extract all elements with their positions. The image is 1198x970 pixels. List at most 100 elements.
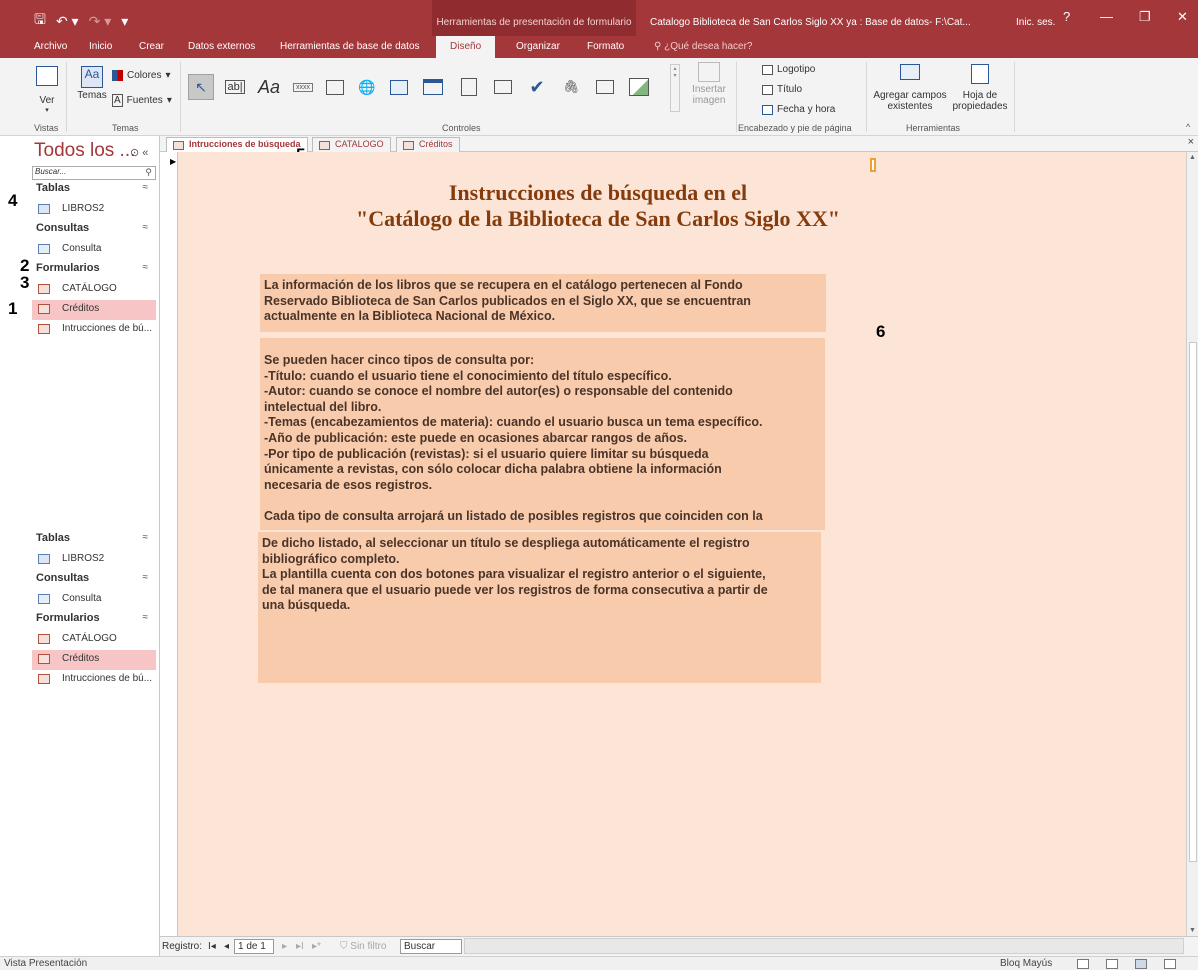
- controls-gallery-scroll[interactable]: ▴ ▾: [670, 64, 680, 112]
- layout-view-icon[interactable]: [1135, 959, 1147, 969]
- undo-icon[interactable]: ↶ ▾: [56, 13, 79, 30]
- tab-crear[interactable]: Crear: [139, 41, 164, 52]
- collapse-ribbon-icon[interactable]: ^: [1186, 122, 1190, 132]
- sign-in-link[interactable]: Inic. ses.: [1016, 17, 1055, 28]
- resize-handle[interactable]: [870, 158, 876, 172]
- results-textbox[interactable]: De dicho listado, al seleccionar un títu…: [258, 532, 821, 683]
- select-pointer-icon[interactable]: ↖: [188, 74, 214, 100]
- form-canvas[interactable]: Instrucciones de búsqueda en el "Catálog…: [178, 152, 1186, 936]
- minimize-button[interactable]: —: [1100, 9, 1113, 24]
- design-view-icon[interactable]: [1164, 959, 1176, 969]
- redo-icon[interactable]: ↷ ▾: [89, 13, 112, 30]
- nav-item-catalogo[interactable]: CATÁLOGO: [32, 630, 156, 650]
- query-types-textbox[interactable]: Se pueden hacer cinco tipos de consulta …: [260, 338, 825, 530]
- chevron-down-icon: ▾: [45, 107, 49, 114]
- add-existing-fields-button[interactable]: Agregar campos existentes: [870, 64, 950, 112]
- title-button[interactable]: Título: [762, 84, 802, 95]
- intro-textbox[interactable]: La información de los libros que se recu…: [260, 274, 826, 332]
- scroll-down-icon[interactable]: ▼: [1189, 927, 1196, 934]
- date-time-button[interactable]: Fecha y hora: [762, 104, 835, 115]
- option-group-icon[interactable]: [456, 74, 482, 100]
- tab-diseno[interactable]: Diseño: [436, 36, 496, 58]
- nav-item-label: Consulta: [62, 593, 102, 604]
- attachment-icon[interactable]: 🖇: [558, 74, 584, 100]
- logo-button[interactable]: Logotipo: [762, 64, 815, 75]
- nav-item-instrucciones[interactable]: Intrucciones de bú...: [32, 320, 156, 340]
- nav-group-label: Consultas: [36, 572, 90, 584]
- tab-inicio[interactable]: Inicio: [89, 41, 112, 52]
- form-view-icon[interactable]: [1077, 959, 1089, 969]
- nav-item-instrucciones[interactable]: Intrucciones de bú...: [32, 670, 156, 690]
- page-break-icon[interactable]: [490, 74, 516, 100]
- label-control-icon[interactable]: Aa: [256, 74, 282, 100]
- record-selector-column[interactable]: ▶: [160, 152, 178, 936]
- button-control-icon[interactable]: xxxx: [290, 74, 316, 100]
- nav-item-label: Intrucciones de bú...: [62, 673, 153, 684]
- search-icon[interactable]: ⚲: [145, 167, 152, 178]
- nav-item-creditos[interactable]: Créditos: [32, 650, 156, 670]
- themes-button[interactable]: Aa Temas: [76, 66, 108, 101]
- new-record-icon[interactable]: ▸*: [312, 941, 321, 952]
- close-document-icon[interactable]: ×: [1188, 136, 1194, 148]
- tab-control-icon[interactable]: [322, 74, 348, 100]
- doc-tab-instrucciones[interactable]: Intrucciones de búsqueda: [166, 137, 308, 152]
- doc-tab-creditos[interactable]: Créditos: [396, 137, 460, 152]
- property-sheet-button[interactable]: Hoja de propiedades: [950, 64, 1010, 112]
- last-record-icon[interactable]: ▸I: [296, 941, 304, 952]
- image-control-icon[interactable]: [626, 74, 652, 100]
- text-line: únicamente a revistas, con sólo colocar …: [264, 462, 722, 477]
- web-browser-control-icon[interactable]: [386, 74, 412, 100]
- scroll-thumb[interactable]: [1189, 342, 1197, 862]
- view-button[interactable]: Ver ▾: [34, 66, 60, 114]
- colors-button[interactable]: Colores ▾: [112, 70, 171, 81]
- nav-item-consulta[interactable]: Consulta: [32, 590, 156, 610]
- calendar-icon: [762, 104, 773, 115]
- nav-group-tablas[interactable]: Tablas ≈: [32, 180, 156, 200]
- nav-item-creditos[interactable]: Créditos: [32, 300, 156, 320]
- textbox-control-icon[interactable]: ab|: [222, 74, 248, 100]
- fonts-button[interactable]: A Fuentes ▾: [112, 94, 172, 107]
- horizontal-scrollbar[interactable]: [464, 938, 1184, 954]
- subform-icon[interactable]: [592, 74, 618, 100]
- nav-item-consulta[interactable]: Consulta: [32, 240, 156, 260]
- nav-group-tablas[interactable]: Tablas ≈: [32, 530, 156, 550]
- tab-archivo[interactable]: Archivo: [34, 41, 67, 52]
- nav-pane-controls[interactable]: ⊙ «: [130, 146, 148, 159]
- scroll-up-icon[interactable]: ▲: [1189, 154, 1196, 161]
- navigation-control-icon[interactable]: [420, 74, 446, 100]
- datasheet-view-icon[interactable]: [1106, 959, 1118, 969]
- doc-tab-catalogo[interactable]: CATALOGO: [312, 137, 391, 152]
- tab-organizar[interactable]: Organizar: [516, 41, 560, 52]
- nav-group-consultas[interactable]: Consultas ≈: [32, 220, 156, 240]
- prev-record-icon[interactable]: ◂: [224, 941, 229, 952]
- customize-qat-icon[interactable]: ▾: [121, 13, 128, 30]
- insert-image-button[interactable]: Insertar imagen: [686, 62, 732, 106]
- close-button[interactable]: ✕: [1177, 9, 1188, 25]
- nav-item-catalogo[interactable]: CATÁLOGO: [32, 280, 156, 300]
- property-sheet-icon: [971, 64, 989, 84]
- vertical-scrollbar[interactable]: ▲ ▼: [1186, 152, 1198, 936]
- nav-group-formularios[interactable]: Formularios ≈: [32, 610, 156, 630]
- tell-me-box[interactable]: ⚲ ¿Qué desea hacer?: [654, 41, 753, 52]
- next-record-icon[interactable]: ▸: [282, 941, 287, 952]
- save-icon[interactable]: 🖫: [34, 9, 46, 33]
- nav-item-libros2[interactable]: LIBROS2: [32, 200, 156, 220]
- tab-formato[interactable]: Formato: [587, 41, 624, 52]
- restore-button[interactable]: ❐: [1139, 9, 1151, 25]
- nav-group-consultas[interactable]: Consultas ≈: [32, 570, 156, 590]
- nav-group-formularios[interactable]: Formularios ≈: [32, 260, 156, 280]
- nav-pane-title[interactable]: Todos los ...: [34, 140, 135, 162]
- group-label-herramientas: Herramientas: [906, 123, 961, 133]
- search-record-input[interactable]: Buscar: [400, 939, 462, 954]
- filter-icon[interactable]: ⛉ Sin filtro: [340, 941, 386, 952]
- tab-herramientas-bd[interactable]: Herramientas de base de datos: [280, 41, 420, 52]
- first-record-icon[interactable]: I◂: [208, 941, 216, 952]
- form-title[interactable]: Instrucciones de búsqueda en el "Catálog…: [238, 180, 958, 232]
- tab-datos-externos[interactable]: Datos externos: [188, 41, 255, 52]
- nav-item-libros2[interactable]: LIBROS2: [32, 550, 156, 570]
- current-record-field[interactable]: 1 de 1: [234, 939, 274, 954]
- nav-search-input[interactable]: Buscar... ⚲: [32, 166, 156, 180]
- hyperlink-control-icon[interactable]: 🌐: [354, 74, 380, 100]
- help-icon[interactable]: ?: [1063, 9, 1070, 24]
- combo-box-icon[interactable]: ✔: [524, 74, 550, 100]
